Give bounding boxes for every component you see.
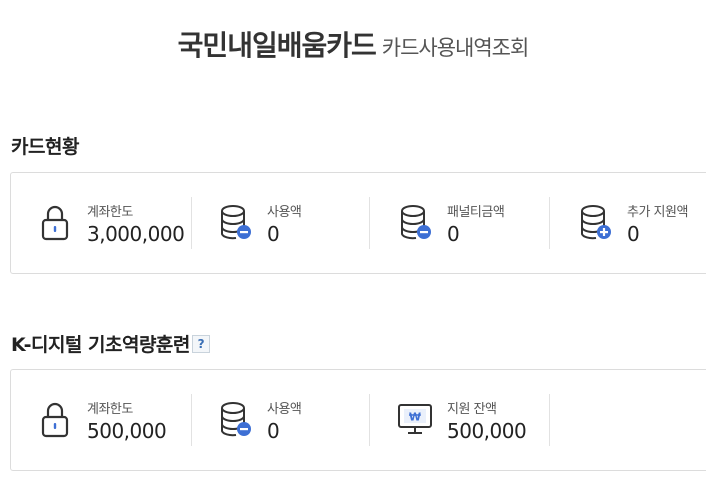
coins-minus-icon	[221, 205, 251, 240]
additional-support-item: 추가 지원액 0	[551, 173, 706, 273]
coins-minus-icon	[401, 205, 431, 240]
account-limit-item: 계좌한도 3,000,000	[11, 173, 191, 273]
k-digital-title: K-디지털 기초역량훈련?	[11, 330, 210, 357]
page-title: 국민내일배움카드 카드사용내역조회	[0, 24, 706, 64]
kd-account-limit-label: 계좌한도	[87, 402, 133, 417]
divider	[549, 197, 550, 249]
k-digital-title-text: K-디지털 기초역량훈련	[11, 334, 190, 356]
account-limit-value: 3,000,000	[87, 222, 185, 246]
kd-used-amount-item: 사용액 0	[191, 370, 371, 470]
used-amount-label: 사용액	[267, 205, 302, 220]
additional-support-value: 0	[627, 222, 640, 246]
kd-used-amount-value: 0	[267, 419, 280, 443]
lock-icon	[41, 205, 69, 241]
penalty-amount-label: 패널티금액	[447, 205, 505, 220]
kd-account-limit-item: 계좌한도 500,000	[11, 370, 191, 470]
kd-remaining-support-label: 지원 잔액	[447, 402, 497, 417]
account-limit-label: 계좌한도	[87, 205, 133, 220]
kd-used-amount-label: 사용액	[267, 402, 302, 417]
kd-remaining-support-value: 500,000	[447, 419, 527, 443]
page-subtitle: 카드사용내역조회	[381, 36, 530, 60]
kd-account-limit-value: 500,000	[87, 419, 167, 443]
used-amount-item: 사용액 0	[191, 173, 371, 273]
monitor-won-icon: ₩	[398, 404, 432, 434]
lock-icon	[41, 402, 69, 438]
divider	[369, 197, 370, 249]
kd-remaining-support-item: ₩ 지원 잔액 500,000	[371, 370, 551, 470]
divider	[549, 394, 550, 446]
k-digital-panel: 계좌한도 500,000 사용액 0 ₩ 지원 잔액 500,000	[10, 369, 706, 471]
help-icon[interactable]: ?	[191, 334, 210, 353]
coins-minus-icon	[221, 402, 251, 437]
card-status-title: 카드현황	[11, 136, 79, 158]
divider	[369, 394, 370, 446]
coins-plus-icon	[581, 205, 611, 240]
penalty-amount-item: 패널티금액 0	[371, 173, 551, 273]
penalty-amount-value: 0	[447, 222, 460, 246]
used-amount-value: 0	[267, 222, 280, 246]
card-status-panel: 계좌한도 3,000,000 사용액 0 패널티금액 0 추가 지원액 0	[10, 172, 706, 274]
svg-text:₩: ₩	[409, 411, 421, 424]
page-title-main: 국민내일배움카드	[177, 29, 377, 62]
additional-support-label: 추가 지원액	[627, 205, 688, 220]
